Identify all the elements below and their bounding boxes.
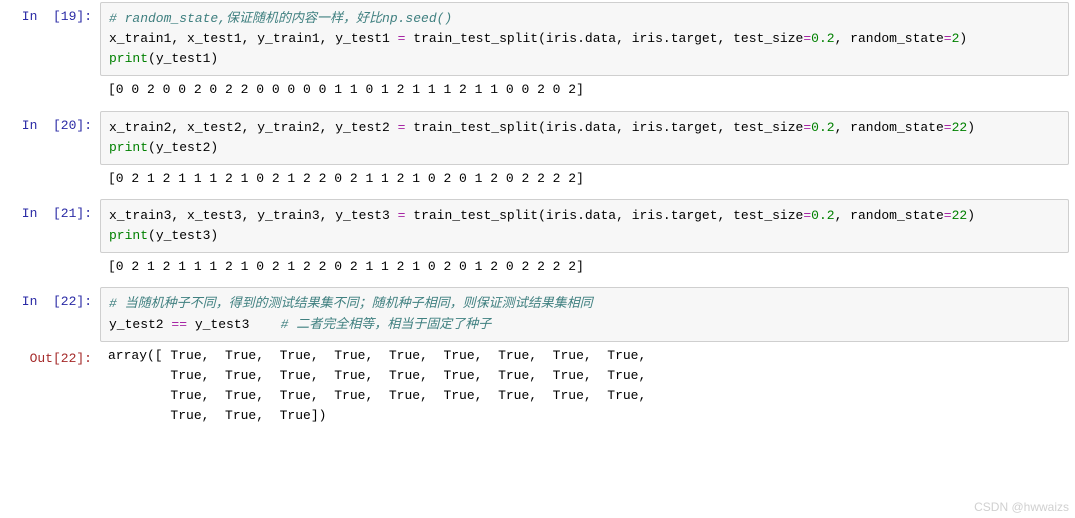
- empty-prompt: [6, 255, 100, 262]
- code-19[interactable]: # random_state,保证随机的内容一样，好比np.seed() x_t…: [100, 2, 1069, 76]
- num: 22: [952, 208, 968, 223]
- code-text: (y_test3): [148, 228, 218, 243]
- builtin: print: [109, 228, 148, 243]
- watermark: CSDN @hwwaizs: [974, 500, 1069, 514]
- num: 22: [952, 120, 968, 135]
- cell-21-output: [0 2 1 2 1 1 1 2 1 0 2 1 2 2 0 2 1 1 2 1…: [6, 255, 1069, 285]
- op: =: [803, 120, 811, 135]
- num: 0.2: [811, 31, 834, 46]
- code-text: train_test_split(iris.data, iris.target,…: [405, 208, 803, 223]
- cell-22-output: Out[22]: array([ True, True, True, True,…: [6, 344, 1069, 435]
- builtin: print: [109, 51, 148, 66]
- op: ==: [171, 317, 187, 332]
- op: =: [944, 31, 952, 46]
- code-text: (y_test1): [148, 51, 218, 66]
- op: =: [944, 120, 952, 135]
- op: =: [944, 208, 952, 223]
- stdout-20: [0 2 1 2 1 1 1 2 1 0 2 1 2 2 0 2 1 1 2 1…: [100, 167, 1069, 197]
- code-text: x_train2, x_test2, y_train2, y_test2: [109, 120, 398, 135]
- empty-prompt: [6, 167, 100, 174]
- in-prompt-22: In [22]:: [6, 287, 100, 309]
- code-text: train_test_split(iris.data, iris.target,…: [405, 120, 803, 135]
- cell-19-output: [0 0 2 0 0 2 0 2 2 0 0 0 0 0 1 1 0 1 2 1…: [6, 78, 1069, 108]
- code-text: x_train3, x_test3, y_train3, y_test3: [109, 208, 398, 223]
- code-text: y_test3: [187, 317, 281, 332]
- code-text: , random_state: [835, 120, 944, 135]
- code-text: train_test_split(iris.data, iris.target,…: [405, 31, 803, 46]
- code-20[interactable]: x_train2, x_test2, y_train2, y_test2 = t…: [100, 111, 1069, 165]
- cell-22-input: In [22]: # 当随机种子不同，得到的测试结果集不同；随机种子相同，则保证…: [6, 287, 1069, 341]
- in-prompt-19: In [19]:: [6, 2, 100, 24]
- code-text: (y_test2): [148, 140, 218, 155]
- in-prompt-21: In [21]:: [6, 199, 100, 221]
- stdout-19: [0 0 2 0 0 2 0 2 2 0 0 0 0 0 1 1 0 1 2 1…: [100, 78, 1069, 108]
- out-prompt-22: Out[22]:: [6, 344, 100, 366]
- code-text: , random_state: [835, 31, 944, 46]
- empty-prompt: [6, 78, 100, 85]
- num: 0.2: [811, 208, 834, 223]
- code-comment: # random_state,保证随机的内容一样，好比np.seed(): [109, 11, 452, 26]
- code-text: , random_state: [835, 208, 944, 223]
- code-text: y_test2: [109, 317, 171, 332]
- notebook: In [19]: # random_state,保证随机的内容一样，好比np.s…: [0, 0, 1075, 440]
- cell-21-input: In [21]: x_train3, x_test3, y_train3, y_…: [6, 199, 1069, 253]
- out-22: array([ True, True, True, True, True, Tr…: [100, 344, 1069, 435]
- builtin: print: [109, 140, 148, 155]
- code-21[interactable]: x_train3, x_test3, y_train3, y_test3 = t…: [100, 199, 1069, 253]
- cell-20-input: In [20]: x_train2, x_test2, y_train2, y_…: [6, 111, 1069, 165]
- code-22[interactable]: # 当随机种子不同，得到的测试结果集不同；随机种子相同，则保证测试结果集相同 y…: [100, 287, 1069, 341]
- code-comment: # 当随机种子不同，得到的测试结果集不同；随机种子相同，则保证测试结果集相同: [109, 296, 593, 311]
- code-text: x_train1, x_test1, y_train1, y_test1: [109, 31, 398, 46]
- code-comment: # 二者完全相等，相当于固定了种子: [281, 317, 492, 332]
- code-text: ): [967, 208, 975, 223]
- code-text: ): [967, 120, 975, 135]
- op: =: [803, 208, 811, 223]
- cell-19-input: In [19]: # random_state,保证随机的内容一样，好比np.s…: [6, 2, 1069, 76]
- num: 0.2: [811, 120, 834, 135]
- cell-20-output: [0 2 1 2 1 1 1 2 1 0 2 1 2 2 0 2 1 1 2 1…: [6, 167, 1069, 197]
- op: =: [803, 31, 811, 46]
- code-text: ): [959, 31, 967, 46]
- in-prompt-20: In [20]:: [6, 111, 100, 133]
- stdout-21: [0 2 1 2 1 1 1 2 1 0 2 1 2 2 0 2 1 1 2 1…: [100, 255, 1069, 285]
